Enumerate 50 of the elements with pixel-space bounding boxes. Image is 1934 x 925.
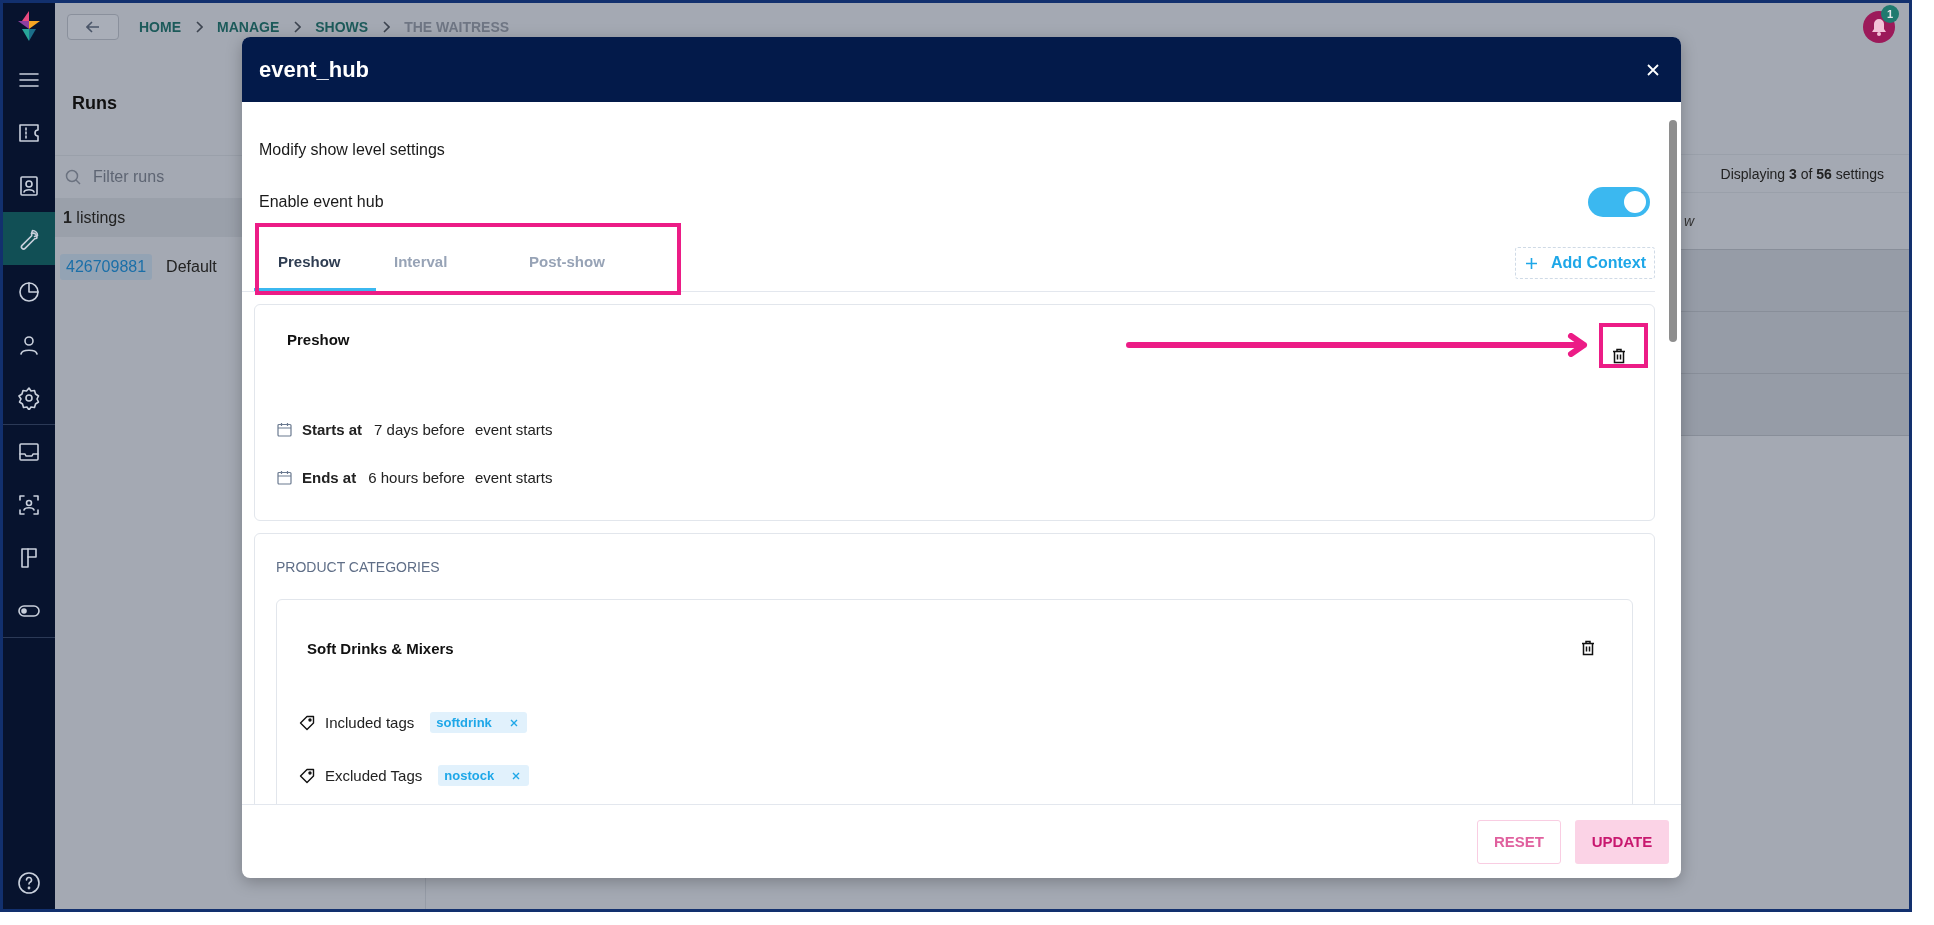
arrow-left-icon [86,21,100,33]
notification-bell-button[interactable] [1863,11,1895,43]
tag-group-label: Excluded Tags [325,767,423,784]
tab[interactable]: Preshow [278,253,341,270]
chevron-right-icon [195,21,203,33]
context-title: Preshow [287,330,350,348]
chevron-right-icon [382,21,391,33]
schedule-label: Starts at [302,420,363,438]
setting-label: Enable event hub [259,193,384,211]
breadcrumb-link[interactable]: HOME [139,19,181,35]
run-name: Default [166,258,217,276]
schedule-reference: event starts [474,420,553,438]
schedule-reference: event starts [474,468,553,486]
toggle-switch[interactable] [1588,187,1650,217]
search-icon [65,169,81,185]
tab[interactable]: Post-show [529,253,605,270]
category-title: Soft Drinks & Mixers [307,639,454,657]
column-header: w [1684,213,1695,229]
section-heading: PRODUCT CATEGORIES [276,558,440,575]
calendar-icon [277,421,292,437]
run-id-tag[interactable]: 426709881 [60,254,153,280]
trash-icon[interactable] [1612,348,1626,364]
tag-text: softdrink [436,715,492,730]
schedule-value: 7 days before [374,420,465,438]
settings-count: Displaying 3 of 56 settings [1720,165,1884,182]
notification-count-badge: 1 [1881,5,1899,23]
chevron-right-icon [293,21,302,33]
tag-group-label: Included tags [325,714,415,731]
listings-count: 1 listings [63,209,126,227]
nav-wrench-icon[interactable] [3,212,55,265]
tag-icon [299,767,315,784]
close-icon[interactable] [1647,63,1659,76]
plus-icon [1525,257,1537,269]
filter-field[interactable]: Filter runs [91,167,395,187]
tab[interactable]: Interval [394,253,448,270]
trash-icon[interactable] [1581,640,1595,656]
highlight-frame [1599,323,1648,368]
logo-icon [18,11,40,41]
breadcrumb-link[interactable]: MANAGE [217,19,280,35]
tag-icon [299,714,315,731]
tag-text: nostock [444,768,495,783]
schedule-value: 6 hours before [368,468,465,486]
schedule-label: Ends at [302,468,357,486]
modal-subtitle: Modify show level settings [259,141,445,159]
calendar-icon [277,469,292,485]
panel-title: Runs [72,92,117,114]
bell-icon [1871,18,1887,36]
breadcrumb-link[interactable]: SHOWS [315,19,369,35]
add-context-button[interactable]: Add Context [1514,247,1655,279]
modal-title: event_hub [259,56,370,83]
